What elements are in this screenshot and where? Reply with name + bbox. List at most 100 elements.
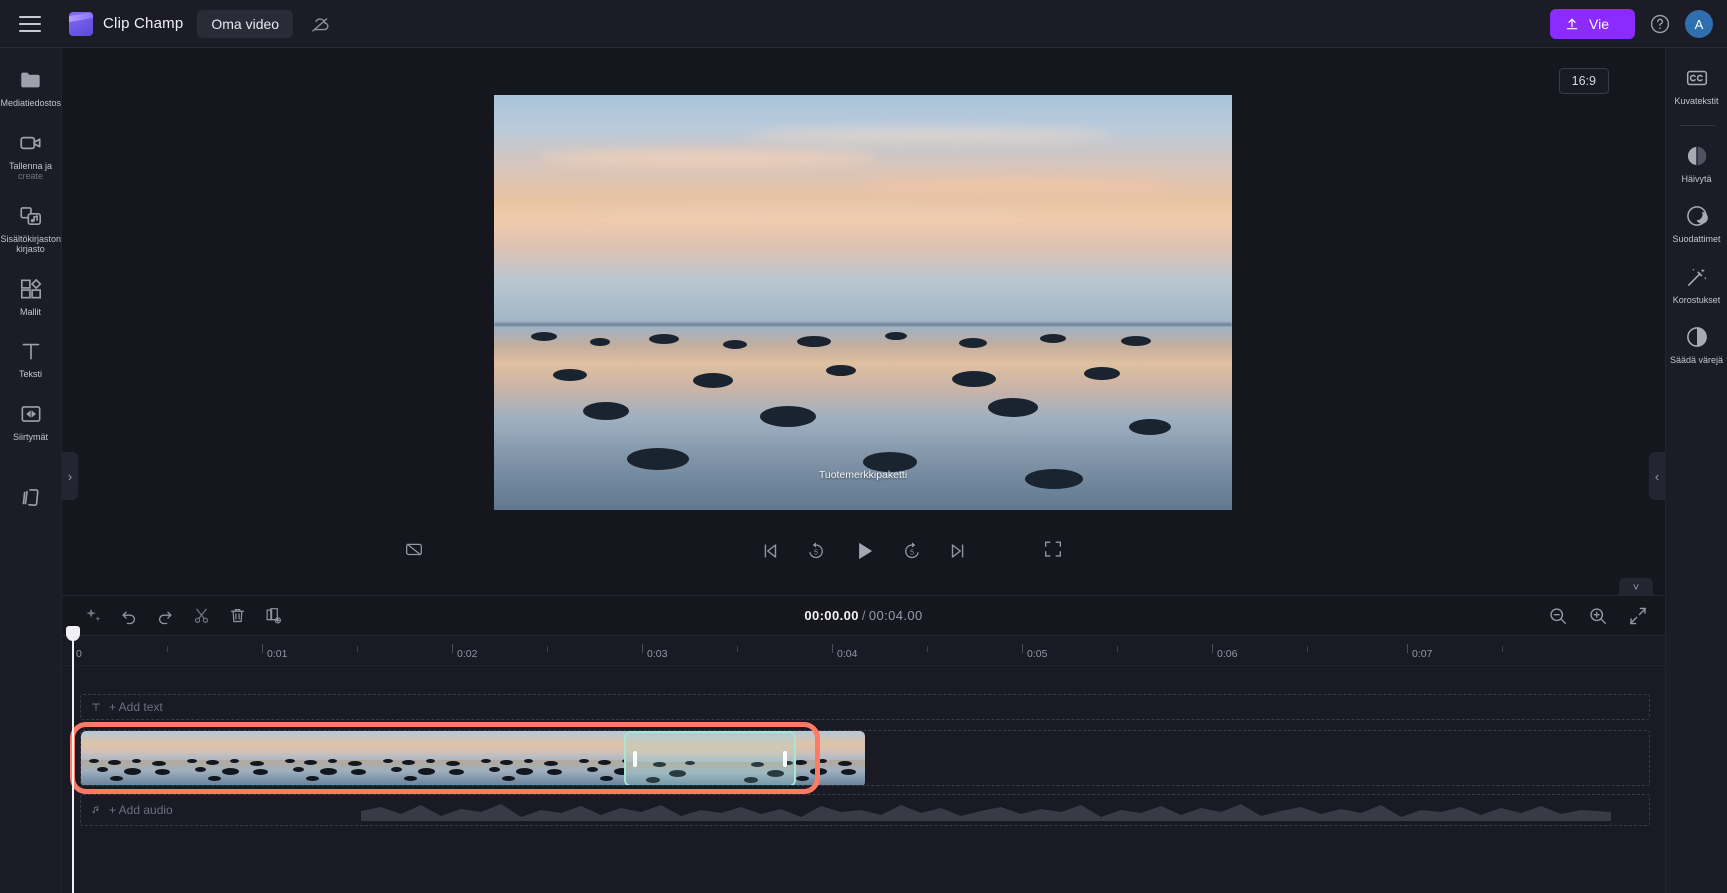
sidebar-divider [1678, 124, 1715, 126]
ruler-label: 0 [76, 648, 82, 660]
add-text-track[interactable]: + Add text [80, 694, 1650, 720]
video-preview[interactable]: Tuotemerkkipaketti [494, 95, 1232, 510]
sidebar-item-media[interactable]: Mediatiedostosi [0, 60, 62, 115]
sidebar-item-brand-kit[interactable] [0, 478, 62, 522]
sidebar-item-adjust-colors[interactable]: Säädä värejä [1666, 317, 1727, 372]
preview-rock [1128, 418, 1171, 435]
trim-handle-left[interactable] [633, 751, 637, 767]
split-scissors-icon[interactable] [188, 603, 214, 629]
time-readout: 00:00.00/00:04.00 [804, 608, 922, 623]
preview-rock [958, 337, 987, 348]
selected-clip[interactable] [624, 731, 796, 785]
chevron-down-icon: ˅ [1632, 582, 1640, 594]
collapse-left-panel-button[interactable]: › [62, 452, 78, 500]
clip-thumbnail [277, 731, 375, 785]
sidebar-item-filters[interactable]: Suodattimet [1666, 196, 1727, 251]
sidebar-item-filters-label: Suodattimet [1672, 234, 1721, 244]
preview-rock [626, 447, 689, 470]
preview-rock [885, 331, 908, 340]
captions-toggle-button[interactable] [403, 538, 425, 560]
brand-name: Clip Champ [103, 15, 184, 32]
magic-sparkle-icon[interactable] [80, 603, 106, 629]
timeline-toolbar: 00:00.00/00:04.00 [62, 595, 1665, 635]
video-camera-icon [18, 130, 44, 156]
sidebar-item-record-sublabel: create [17, 171, 43, 181]
transitions-icon [18, 401, 44, 427]
sidebar-item-record-create[interactable]: Tallenna ja create [0, 123, 62, 188]
ruler-label: 0:05 [1027, 648, 1048, 660]
sidebar-item-transitions[interactable]: Siirtymät [0, 394, 62, 449]
cloud-off-icon[interactable] [309, 13, 331, 35]
ruler-label: 0:02 [457, 648, 478, 660]
sidebar-item-effects[interactable]: Korostukset [1666, 257, 1727, 312]
preview-rock [589, 337, 610, 346]
skip-to-end-icon[interactable] [947, 540, 969, 562]
export-button[interactable]: Vie [1550, 9, 1635, 39]
transport-center: 5 5 [759, 538, 969, 564]
zoom-in-icon[interactable] [1587, 605, 1609, 627]
effects-wand-icon [1684, 264, 1710, 290]
clipchamp-editor: Clip Champ Oma video Vie A Mediatiedosto… [0, 0, 1727, 893]
fullscreen-button[interactable] [1042, 538, 1064, 560]
timeline-ruler[interactable]: 0 0:01 0:02 0:03 0:04 0:05 0:06 0:07 [62, 636, 1665, 666]
fit-to-screen-icon[interactable] [1627, 605, 1649, 627]
sidebar-item-templates-label: Mallit [19, 306, 41, 317]
filters-icon [1684, 203, 1710, 229]
fade-icon [1684, 143, 1710, 169]
preview-stage: 16:9 Tuotemerkkipaketti 5 5 [62, 48, 1665, 593]
ruler-label: 0:06 [1217, 648, 1238, 660]
preview-rock [553, 368, 588, 381]
preview-horizon [494, 323, 1232, 327]
video-track[interactable] [80, 730, 1650, 786]
sidebar-item-fade[interactable]: Häivytä [1666, 136, 1727, 191]
hamburger-menu-icon[interactable] [19, 15, 41, 32]
add-audio-label: + Add audio [109, 803, 173, 817]
help-circle-icon[interactable] [1649, 13, 1671, 35]
current-time: 00:00.00 [804, 608, 859, 623]
sidebar-item-content-library[interactable]: Sisältökirjaston kirjasto [0, 196, 62, 261]
rewind-5-icon[interactable]: 5 [805, 540, 827, 562]
clipchamp-logo-icon [69, 11, 93, 36]
aspect-ratio-button[interactable]: 16:9 [1558, 68, 1609, 94]
user-avatar[interactable]: A [1685, 10, 1713, 38]
sidebar-item-transitions-label: Siirtymät [12, 431, 48, 442]
delete-trash-icon[interactable] [224, 603, 250, 629]
undo-icon[interactable] [116, 603, 142, 629]
preview-rock [1084, 366, 1121, 380]
add-audio-track[interactable]: + Add audio [80, 794, 1650, 826]
playhead[interactable] [66, 626, 80, 893]
play-icon[interactable] [851, 538, 877, 564]
preview-rock [1121, 335, 1152, 346]
preview-rock [582, 402, 629, 421]
sidebar-item-adjust-colors-label: Säädä värejä [1669, 355, 1724, 365]
text-t-icon [18, 338, 44, 364]
sidebar-item-captions[interactable]: Kuvatekstit [1666, 58, 1727, 113]
playhead-handle[interactable] [66, 626, 80, 641]
collapse-right-panel-button[interactable]: ‹ [1649, 452, 1665, 500]
time-separator: / [861, 608, 866, 623]
content-library-icon [18, 203, 44, 229]
preview-rock [951, 370, 996, 387]
trim-handle-right[interactable] [783, 751, 787, 767]
preview-rock [796, 335, 831, 347]
captions-off-icon [403, 538, 425, 560]
duplicate-icon[interactable] [260, 603, 286, 629]
svg-text:5: 5 [814, 550, 818, 557]
zoom-out-icon[interactable] [1547, 605, 1569, 627]
timeline[interactable]: 0 0:01 0:02 0:03 0:04 0:05 0:06 0:07 + A… [62, 626, 1665, 893]
brand-kit-icon [18, 485, 44, 511]
forward-5-icon[interactable]: 5 [901, 540, 923, 562]
timeline-zoom-group [1547, 605, 1649, 627]
sidebar-item-templates[interactable]: Mallit [0, 269, 62, 324]
redo-icon[interactable] [152, 603, 178, 629]
project-name-chip[interactable]: Oma video [197, 9, 294, 38]
sidebar-item-text-label: Teksti [18, 369, 42, 379]
clip-thumbnail [473, 731, 571, 785]
cloud-streak [538, 148, 878, 167]
sidebar-item-text[interactable]: Teksti [0, 331, 62, 386]
audio-waveform [361, 804, 1611, 821]
right-sidebar: Kuvatekstit Häivytä Suodattimet Korostuk… [1665, 48, 1727, 893]
adjust-colors-icon [1684, 324, 1710, 350]
sidebar-item-record-label: Tallenna ja [8, 160, 53, 171]
skip-to-start-icon[interactable] [759, 540, 781, 562]
